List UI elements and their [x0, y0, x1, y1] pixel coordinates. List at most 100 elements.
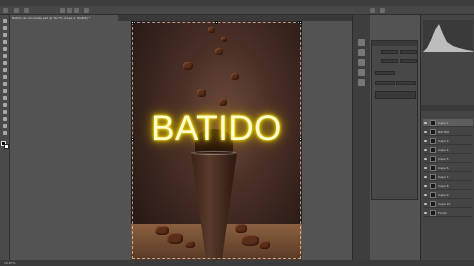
- tools-panel: [0, 15, 10, 260]
- transform-handle[interactable]: [131, 21, 134, 24]
- layer-name[interactable]: Capa 3: [438, 139, 449, 143]
- layer-thumbnail: [430, 147, 436, 153]
- layer-row[interactable]: Capa 10: [423, 200, 473, 208]
- layer-row[interactable]: Fondo: [423, 209, 473, 217]
- search-icon[interactable]: [370, 8, 375, 13]
- layer-name[interactable]: Capa 1: [438, 121, 449, 125]
- layer-thumbnail: [430, 201, 436, 207]
- layer-thumbnail: [430, 129, 436, 135]
- background-color-swatch[interactable]: [4, 144, 9, 149]
- layer-name[interactable]: Capa 4: [438, 148, 449, 152]
- transform-handle[interactable]: [131, 138, 134, 141]
- property-field[interactable]: [381, 50, 398, 54]
- property-field[interactable]: [400, 59, 417, 63]
- visibility-eye-icon[interactable]: [424, 185, 427, 187]
- healing-brush-tool-icon[interactable]: [2, 60, 8, 66]
- layer-row[interactable]: Capa 3: [423, 137, 473, 145]
- layer-name[interactable]: Capa 9: [438, 193, 449, 197]
- status-bar: 16,67%: [0, 260, 474, 266]
- property-field[interactable]: [375, 81, 395, 85]
- layer-name[interactable]: Capa 5: [438, 157, 449, 161]
- path-select-tool-icon[interactable]: [2, 130, 8, 136]
- visibility-eye-icon[interactable]: [424, 122, 427, 124]
- layer-row[interactable]: Capa 4: [423, 146, 473, 154]
- layer-thumbnail: [430, 156, 436, 162]
- align-center-icon[interactable]: [67, 8, 72, 13]
- transform-handle[interactable]: [215, 21, 218, 24]
- layers-panel-header[interactable]: [421, 105, 474, 111]
- property-field[interactable]: [381, 59, 398, 63]
- move-tool-icon[interactable]: [2, 18, 8, 24]
- crop-tool-icon[interactable]: [2, 46, 8, 52]
- property-field[interactable]: [375, 91, 416, 99]
- layer-row[interactable]: Capa 6: [423, 164, 473, 172]
- pen-tool-icon[interactable]: [2, 116, 8, 122]
- layer-thumbnail: [430, 174, 436, 180]
- visibility-eye-icon[interactable]: [424, 131, 427, 133]
- visibility-eye-icon[interactable]: [424, 176, 427, 178]
- layer-thumbnail: [430, 192, 436, 198]
- visibility-eye-icon[interactable]: [424, 194, 427, 196]
- layer-row[interactable]: BATIDO: [423, 128, 473, 136]
- zoom-level[interactable]: 16,67%: [4, 261, 15, 265]
- layer-thumbnail: [430, 120, 436, 126]
- clone-stamp-tool-icon[interactable]: [2, 74, 8, 80]
- layer-row[interactable]: Capa 1: [423, 119, 473, 127]
- visibility-eye-icon[interactable]: [424, 167, 427, 169]
- visibility-eye-icon[interactable]: [424, 212, 427, 214]
- blur-tool-icon[interactable]: [2, 102, 8, 108]
- canvas[interactable]: BATIDO: [131, 21, 302, 260]
- document-workspace: BATIDO: [10, 21, 352, 260]
- character-panel-icon[interactable]: [358, 69, 365, 76]
- distribute-icon[interactable]: [84, 8, 89, 13]
- gradient-tool-icon[interactable]: [2, 95, 8, 101]
- brush-tool-icon[interactable]: [2, 67, 8, 73]
- histogram-panel: [423, 20, 473, 52]
- auto-select-icon[interactable]: [14, 8, 19, 13]
- layer-row[interactable]: Capa 8: [423, 182, 473, 190]
- options-bar: [0, 6, 474, 15]
- type-tool-icon[interactable]: [2, 123, 8, 129]
- visibility-eye-icon[interactable]: [424, 140, 427, 142]
- eyedropper-tool-icon[interactable]: [2, 53, 8, 59]
- visibility-eye-icon[interactable]: [424, 203, 427, 205]
- layer-name[interactable]: Capa 10: [438, 202, 450, 206]
- layer-name[interactable]: Capa 8: [438, 184, 449, 188]
- collapsed-panel-dock: [352, 15, 370, 260]
- align-left-icon[interactable]: [60, 8, 65, 13]
- panel-header: [372, 41, 417, 46]
- move-tool-icon[interactable]: [3, 8, 8, 13]
- histogram-graph: [423, 24, 473, 52]
- property-field[interactable]: [375, 71, 395, 75]
- visibility-eye-icon[interactable]: [424, 149, 427, 151]
- layer-row[interactable]: Capa 7: [423, 173, 473, 181]
- layer-name[interactable]: Capa 7: [438, 175, 449, 179]
- paragraph-panel-icon[interactable]: [358, 79, 365, 86]
- property-field[interactable]: [396, 81, 416, 85]
- marquee-tool-icon[interactable]: [2, 25, 8, 31]
- layer-row[interactable]: Capa 9: [423, 191, 473, 199]
- right-panels: Capa 1 BATIDO Capa 3 Capa 4 Capa 5 Capa …: [420, 15, 474, 260]
- lasso-tool-icon[interactable]: [2, 32, 8, 38]
- history-brush-tool-icon[interactable]: [2, 81, 8, 87]
- transform-controls-icon[interactable]: [24, 8, 29, 13]
- layer-name[interactable]: BATIDO: [438, 130, 449, 134]
- transform-bounding-box[interactable]: [132, 22, 301, 259]
- quick-select-tool-icon[interactable]: [2, 39, 8, 45]
- transform-handle[interactable]: [299, 138, 302, 141]
- dodge-tool-icon[interactable]: [2, 109, 8, 115]
- workspace-icon[interactable]: [380, 8, 385, 13]
- adjustments-panel-icon[interactable]: [358, 59, 365, 66]
- properties-panel: [371, 40, 418, 200]
- eraser-tool-icon[interactable]: [2, 88, 8, 94]
- layer-name[interactable]: Fondo: [438, 211, 447, 215]
- layer-name[interactable]: Capa 6: [438, 166, 449, 170]
- layer-thumbnail: [430, 183, 436, 189]
- align-right-icon[interactable]: [74, 8, 79, 13]
- transform-handle[interactable]: [299, 21, 302, 24]
- history-panel-icon[interactable]: [358, 39, 365, 46]
- layer-row[interactable]: Capa 5: [423, 155, 473, 163]
- visibility-eye-icon[interactable]: [424, 158, 427, 160]
- properties-panel-icon[interactable]: [358, 49, 365, 56]
- property-field[interactable]: [400, 50, 417, 54]
